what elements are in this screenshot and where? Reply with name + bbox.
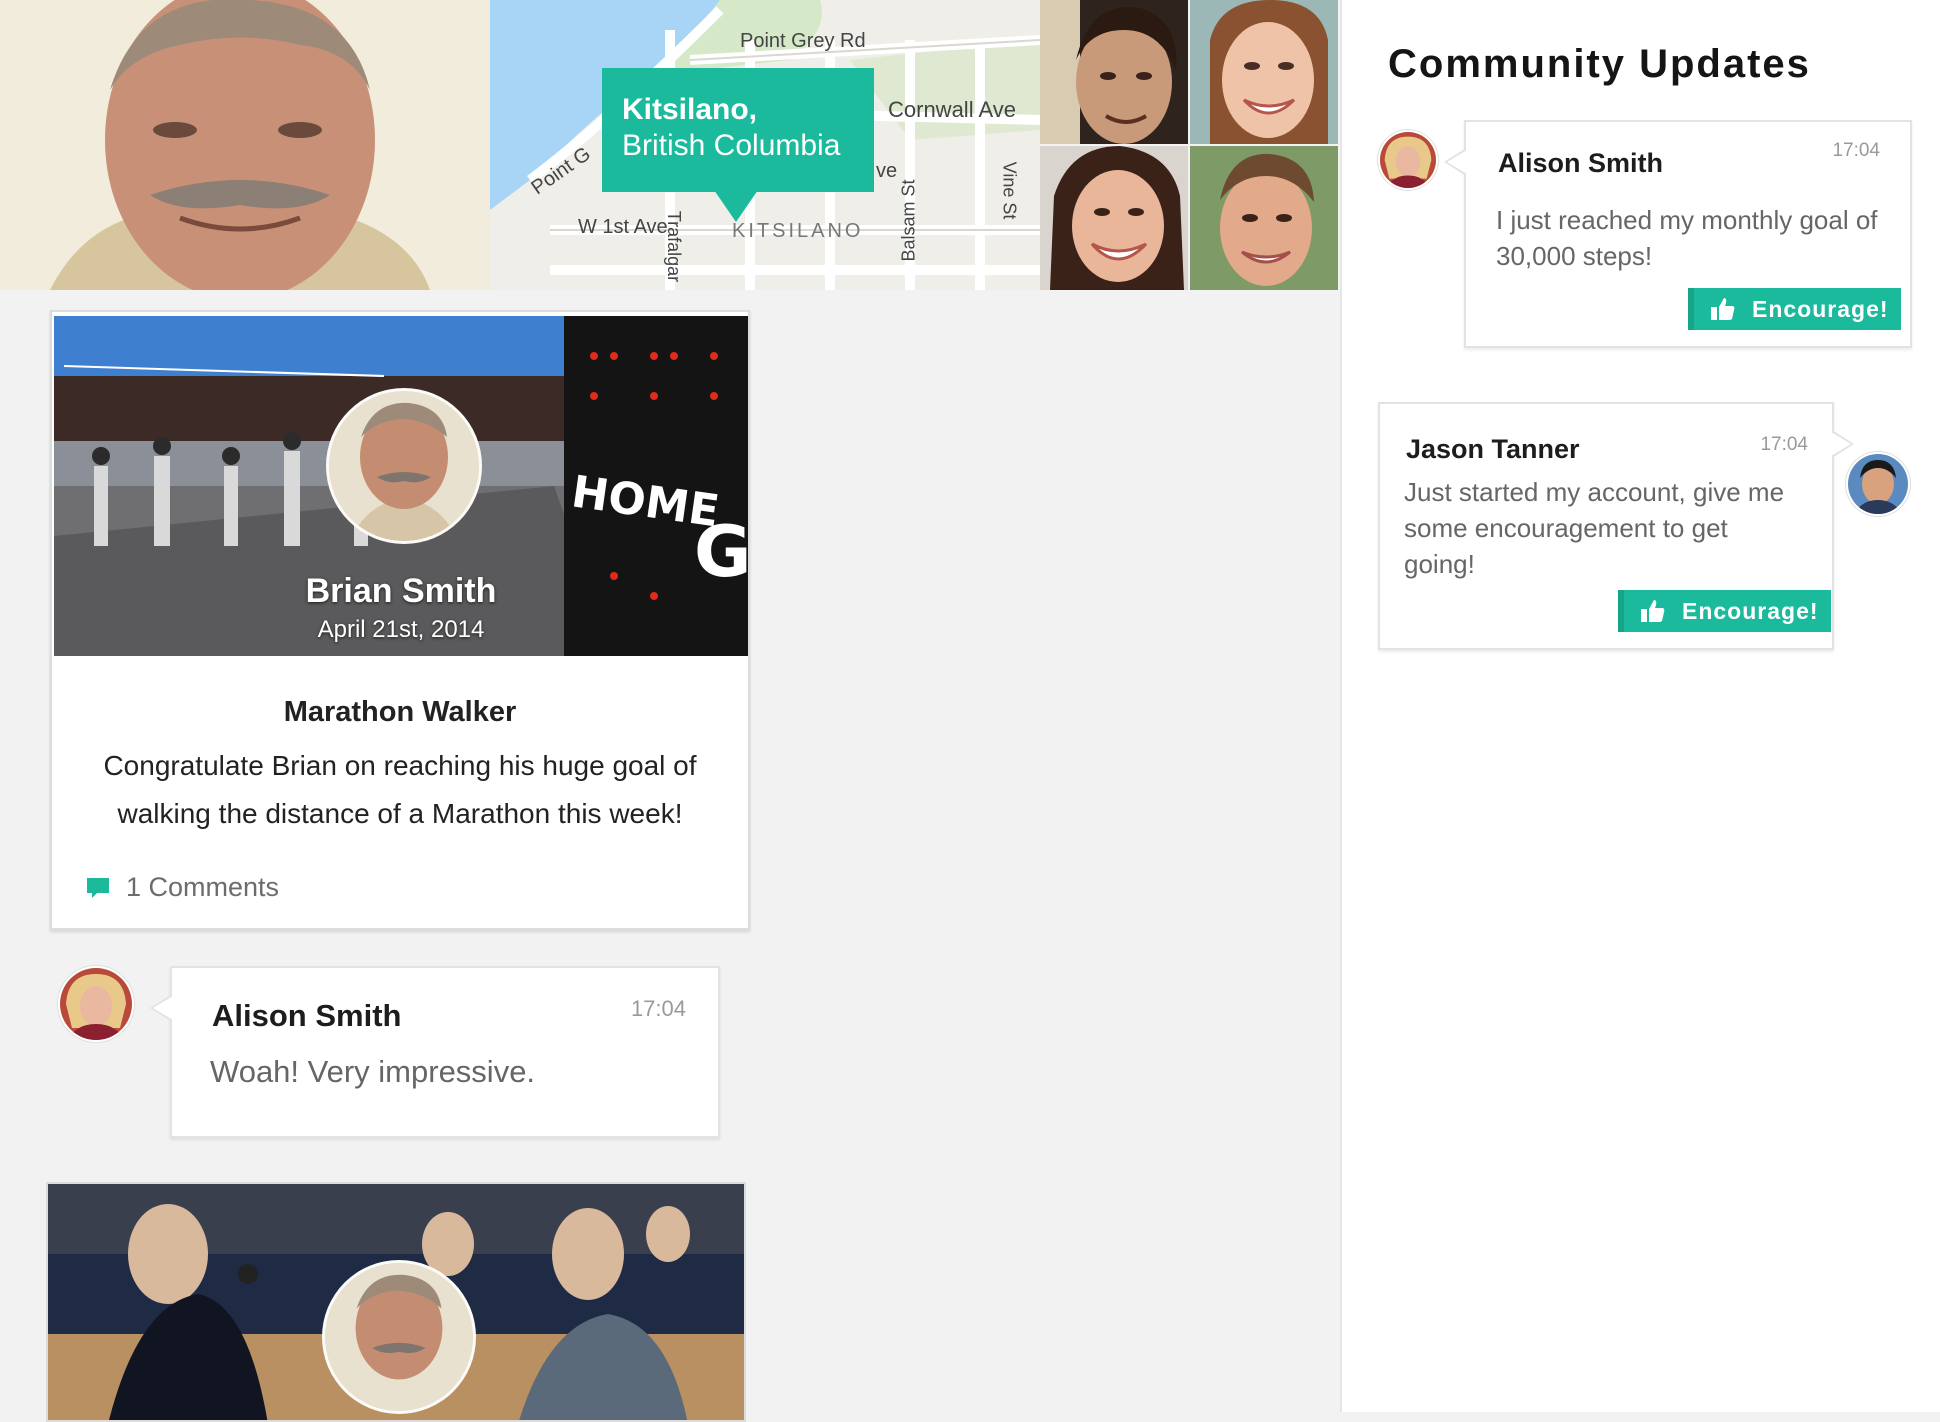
author-face-image <box>329 391 479 541</box>
update-time: 17:04 <box>1832 140 1880 161</box>
comment-bubble: Alison Smith 17:04 Woah! Very impressive… <box>150 966 720 1138</box>
sidebar-title: Community Updates <box>1388 42 1811 86</box>
friend-avatar[interactable] <box>1190 146 1338 290</box>
post-hero-image: HOME GU Brian Smith April 21st, 2014 <box>54 316 748 656</box>
profile-face-image <box>0 0 490 290</box>
commenter-avatar[interactable] <box>58 966 134 1042</box>
street-label: Balsam St <box>898 179 919 262</box>
street-label: W 1st Ave <box>578 216 668 238</box>
update-time: 17:04 <box>1760 434 1808 455</box>
encourage-button[interactable]: Encourage! <box>1618 590 1831 632</box>
profile-photo <box>0 0 490 290</box>
street-label: Trafalgar <box>664 210 685 283</box>
friend-face-image <box>1190 0 1338 144</box>
district-label: KITSILANO <box>732 220 864 242</box>
friend-face-image <box>1040 146 1188 290</box>
street-label: Cornwall Ave <box>888 97 1016 122</box>
friend-avatar[interactable] <box>1190 0 1338 144</box>
comments-count: 1 Comments <box>126 872 280 902</box>
encourage-label: Encourage! <box>1752 295 1889 322</box>
post-card[interactable] <box>46 1182 746 1422</box>
post-author-name[interactable]: Brian Smith <box>54 572 748 611</box>
author-face-image <box>325 1263 473 1411</box>
encourage-label: Encourage! <box>1682 597 1819 624</box>
header-strip: Point Grey Rd Cornwall Ave Point G W 1st… <box>0 0 1340 290</box>
update-avatar[interactable] <box>1846 452 1910 516</box>
friend-avatar[interactable] <box>1040 0 1188 144</box>
post-date: April 21st, 2014 <box>317 616 485 643</box>
update-card: Alison Smith 17:04 I just reached my mon… <box>1444 120 1912 348</box>
friends-grid <box>1040 0 1340 290</box>
user-face-image <box>1848 454 1908 514</box>
street-label: Point Grey Rd <box>740 30 866 52</box>
comment-time: 17:04 <box>630 996 686 1021</box>
comments-link[interactable]: 1 Comments <box>84 872 279 903</box>
comment-text: Woah! Very impressive. <box>210 1054 536 1089</box>
speech-bubble-icon <box>87 877 109 898</box>
location-city: Kitsilano, <box>622 93 758 126</box>
location-pin-label: Kitsilano, British Columbia <box>602 68 874 222</box>
author-avatar[interactable] <box>326 388 482 544</box>
update-text: Just started my account, give me some en… <box>1404 477 1785 579</box>
author-avatar[interactable] <box>322 1260 476 1414</box>
location-region: British Columbia <box>622 129 841 162</box>
community-sidebar: Community Updates Alison Smith 17:04 I j… <box>1340 0 1940 1412</box>
thumbs-up-icon <box>1711 298 1735 320</box>
friend-avatar[interactable] <box>1040 146 1188 290</box>
thumbs-up-icon <box>1641 600 1665 622</box>
update-author[interactable]: Alison Smith <box>1498 148 1663 179</box>
post-card[interactable]: HOME GU Brian Smith April 21st, 2014 Mar… <box>50 310 750 930</box>
post-title: Marathon Walker <box>283 696 517 728</box>
comment-author[interactable]: Alison Smith <box>212 998 401 1034</box>
friend-face-image <box>1040 0 1188 144</box>
commenter-face-image <box>60 968 132 1040</box>
friend-face-image <box>1190 146 1338 290</box>
update-text: I just reached my monthly goal of 30,000… <box>1496 205 1878 271</box>
update-author[interactable]: Jason Tanner <box>1406 434 1580 465</box>
street-label: ve <box>876 160 898 182</box>
update-card: Jason Tanner 17:04 Just started my accou… <box>1378 402 1854 650</box>
update-avatar[interactable] <box>1378 130 1438 190</box>
street-label: Vine St <box>999 161 1020 220</box>
post-body: Congratulate Brian on reaching his huge … <box>103 750 697 829</box>
user-face-image <box>1380 132 1436 188</box>
location-map[interactable]: Point Grey Rd Cornwall Ave Point G W 1st… <box>490 0 1040 290</box>
encourage-button[interactable]: Encourage! <box>1688 288 1901 330</box>
